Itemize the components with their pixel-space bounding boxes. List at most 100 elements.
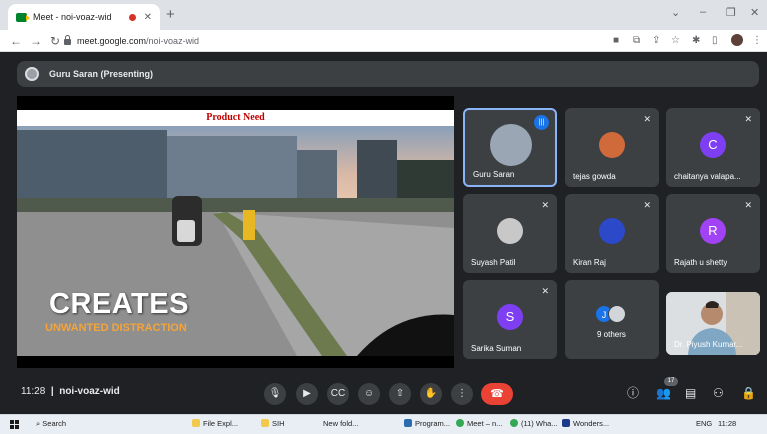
back-arrow-icon[interactable]: ←: [10, 33, 22, 49]
mic-button[interactable]: 🎙: [264, 383, 286, 405]
profile-avatar[interactable]: [731, 34, 743, 46]
taskbar-search-label: Search: [42, 419, 67, 428]
mic-off-icon: ✕: [744, 200, 752, 210]
reactions-button[interactable]: ☺: [358, 383, 380, 405]
browser-tab-meet[interactable]: Meet - noi-voaz-wid ✕: [8, 4, 160, 30]
mic-off-icon: ✕: [541, 200, 549, 210]
activities-icon[interactable]: ⚇: [713, 386, 724, 400]
raise-hand-button[interactable]: ✋: [420, 383, 442, 405]
participant-tile[interactable]: ✕ Kiran Raj: [565, 194, 659, 273]
url-host: meet.google.com: [77, 36, 147, 46]
taskbar-meet[interactable]: Meet – n...: [456, 419, 502, 428]
participant-tile[interactable]: S ✕ Sarika Suman: [463, 280, 557, 359]
taskbar-item-label: (11) Wha...: [521, 419, 558, 428]
present-button[interactable]: ⇧: [389, 383, 411, 405]
time-value: 11:28: [21, 386, 46, 397]
extensions-icon[interactable]: ✱: [692, 34, 700, 48]
presenter-avatar: [25, 67, 39, 81]
others-tile[interactable]: J 9 others: [565, 280, 659, 359]
more-vert-icon: ⋮: [457, 388, 467, 399]
participant-name: Kiran Raj: [573, 258, 606, 267]
camera-indicator-icon[interactable]: ■: [613, 34, 619, 48]
app-icon: [562, 419, 570, 427]
hang-up-icon: ☎: [490, 388, 504, 400]
taskbar-wonders[interactable]: Wonders...: [562, 419, 609, 428]
menu-kebab-icon[interactable]: ⋮: [752, 34, 762, 48]
tab-close-icon[interactable]: ✕: [144, 12, 152, 23]
share-icon[interactable]: ⇪: [652, 34, 660, 48]
reload-icon[interactable]: ↻: [50, 33, 60, 49]
taskbar-item-label: File Expl...: [203, 419, 239, 428]
mic-off-icon: ✕: [643, 114, 651, 124]
taskbar-search[interactable]: ⌕ Search: [36, 419, 66, 429]
open-in-new-icon[interactable]: ⧉: [633, 34, 640, 48]
participant-name: tejas gowda: [573, 172, 616, 181]
minimize-icon[interactable]: –: [700, 6, 706, 18]
participant-avatar: C: [700, 132, 726, 158]
browser-tab-strip: Meet - noi-voaz-wid ✕ + ⌄ – ❐ ✕: [0, 0, 767, 30]
taskbar-sih[interactable]: SIH: [261, 419, 285, 428]
participant-tile[interactable]: R ✕ Rajath u shetty: [666, 194, 760, 273]
address-bar[interactable]: meet.google.com/noi-voaz-wid: [64, 32, 604, 50]
chrome-icon: [456, 419, 464, 427]
others-avatars: J: [595, 305, 629, 325]
mic-off-icon: ✕: [744, 114, 752, 124]
more-options-button[interactable]: ⋮: [451, 383, 473, 405]
taskbar-item-label: Program...: [415, 419, 451, 428]
restore-icon[interactable]: ❐: [726, 6, 736, 19]
lock-icon: [64, 35, 71, 45]
others-count: 9 others: [597, 330, 626, 339]
participant-tile[interactable]: ||| Guru Saran: [463, 108, 557, 187]
leave-call-button[interactable]: ☎: [481, 383, 513, 405]
side-panel-icon[interactable]: ▯: [712, 34, 718, 48]
participant-avatar: S: [497, 304, 523, 330]
folder-icon: [192, 419, 200, 427]
mic-icon: 🎙: [268, 388, 282, 399]
present-screen-icon: ⇧: [395, 388, 405, 399]
taskbar-program[interactable]: Program...: [404, 419, 450, 428]
participant-tile[interactable]: ✕ tejas gowda: [565, 108, 659, 187]
captions-icon: CC: [330, 388, 346, 399]
window-close-icon[interactable]: ✕: [750, 6, 759, 19]
folder-icon: [261, 419, 269, 427]
presentation-slide: Product Need CREATES UNWANTED DISTRACTIO…: [17, 110, 454, 356]
tab-search-chevron-icon[interactable]: ⌄: [671, 6, 680, 19]
participant-tile[interactable]: ✕ Suyash Patil: [463, 194, 557, 273]
participant-name: Sarika Suman: [471, 344, 522, 353]
participant-avatar: [599, 132, 625, 158]
chat-icon[interactable]: ▤: [685, 386, 696, 400]
emoji-icon: ☺: [363, 388, 375, 399]
taskbar-clock[interactable]: 11:28: [718, 419, 736, 428]
host-controls-icon[interactable]: 🔒: [741, 386, 756, 400]
camera-button[interactable]: ▶: [296, 383, 318, 405]
language-indicator[interactable]: ENG: [696, 419, 712, 428]
taskbar-new-folder[interactable]: New fold...: [323, 419, 358, 428]
participant-avatar: [490, 124, 532, 166]
participant-name: Suyash Patil: [471, 258, 516, 267]
tab-title: Meet - noi-voaz-wid: [33, 12, 112, 22]
others-avatar-photo: [608, 305, 626, 323]
presenter-label: Guru Saran (Presenting): [49, 69, 154, 79]
bookmark-star-icon[interactable]: ☆: [671, 34, 680, 48]
meeting-info-icon[interactable]: ⓘ: [627, 386, 639, 400]
taskbar-item-label: New fold...: [323, 419, 359, 428]
people-icon[interactable]: 👥: [656, 386, 671, 400]
participant-tile[interactable]: C ✕ chaitanya valapa...: [666, 108, 760, 187]
forward-arrow-icon[interactable]: →: [30, 33, 42, 49]
captions-button[interactable]: CC: [327, 383, 349, 405]
participant-name: Rajath u shetty: [674, 258, 728, 267]
taskbar-item-label: SIH: [272, 419, 285, 428]
participant-video-tile[interactable]: Dr. Piyush Kumar...: [666, 292, 760, 355]
participants-count-badge: 17: [664, 377, 678, 386]
taskbar-file-explorer[interactable]: File Expl...: [192, 419, 238, 428]
word-icon: [404, 419, 412, 427]
browser-toolbar: ← → ↻ meet.google.com/noi-voaz-wid ■ ⧉ ⇪…: [0, 30, 767, 52]
slide-heading: Product Need: [17, 110, 454, 126]
taskbar-whatsapp[interactable]: (11) Wha...: [510, 419, 558, 428]
windows-start-icon[interactable]: [10, 420, 20, 430]
new-tab-button[interactable]: +: [166, 7, 175, 23]
participant-avatar: [497, 218, 523, 244]
participant-name: Dr. Piyush Kumar...: [674, 340, 743, 349]
taskbar-item-label: Meet – n...: [467, 419, 503, 428]
meeting-code: noi-voaz-wid: [59, 386, 120, 397]
